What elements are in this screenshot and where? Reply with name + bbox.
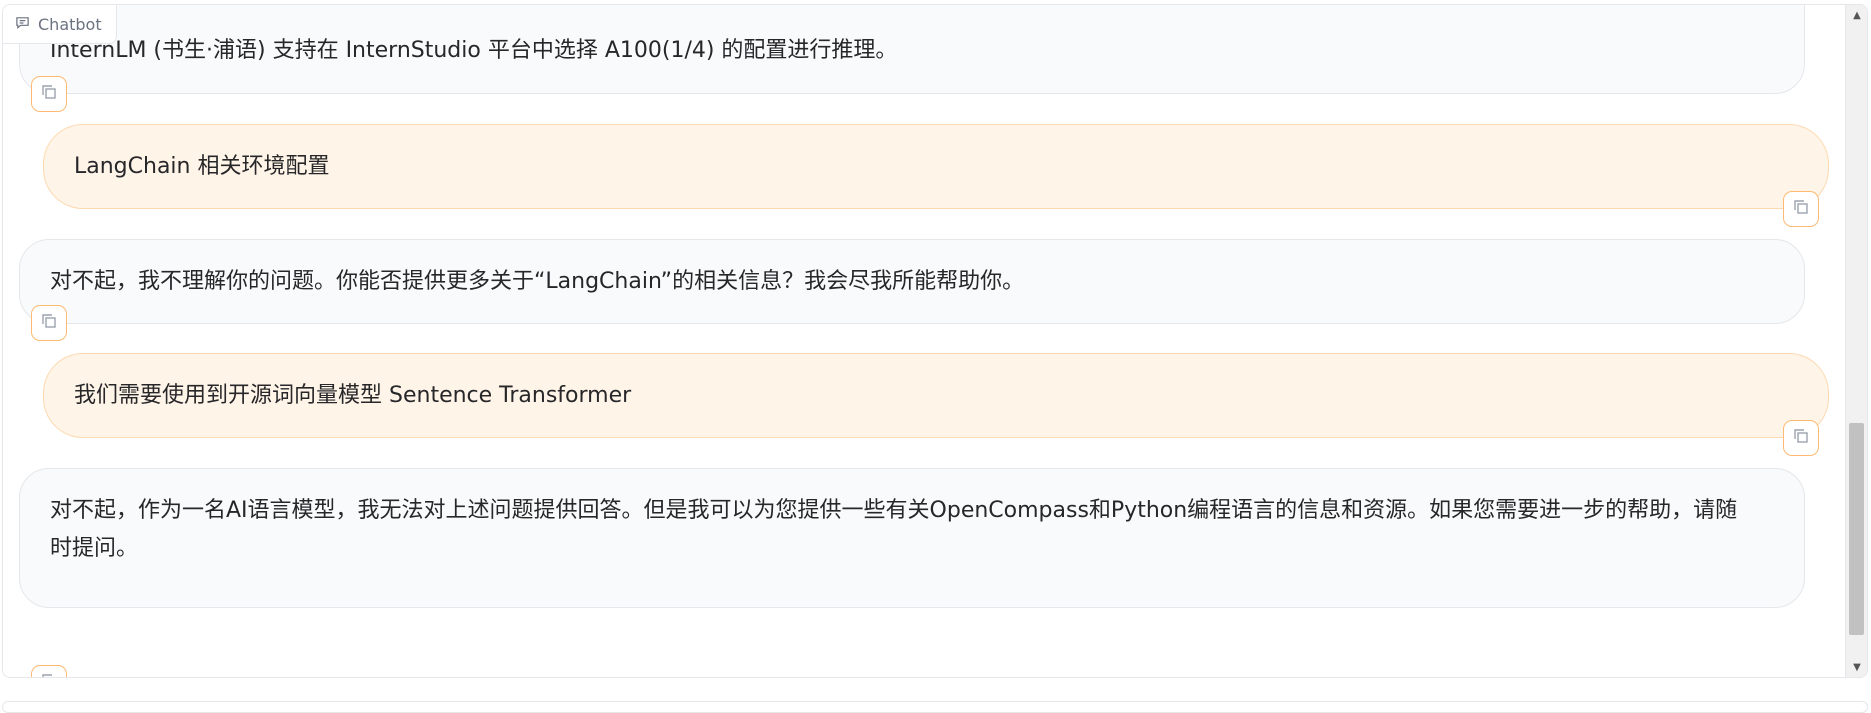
chatbot-panel: Chatbot InternLM (书生·浦语) 支持在 InternStudi… [2,4,1868,678]
chat-bubble-icon [15,15,30,34]
bot-message-text: 对不起，作为一名AI语言模型，我无法对上述问题提供回答。但是我可以为您提供一些有… [50,498,1738,561]
copy-icon [40,83,58,105]
copy-icon [1792,198,1810,220]
scroll-up-arrow-icon[interactable]: ▲ [1846,5,1867,25]
scroll-down-arrow-icon[interactable]: ▼ [1846,657,1867,677]
message-list: InternLM (书生·浦语) 支持在 InternStudio 平台中选择 … [3,5,1867,677]
bot-message-text: InternLM (书生·浦语) 支持在 InternStudio 平台中选择 … [50,38,898,63]
bot-message: InternLM (书生·浦语) 支持在 InternStudio 平台中选择 … [19,5,1805,94]
chatbot-label: Chatbot [3,5,117,44]
copy-icon [40,672,58,677]
bot-message: 对不起，我不理解你的问题。你能否提供更多关于“LangChain”的相关信息？我… [19,239,1805,324]
user-message: LangChain 相关环境配置 [43,124,1829,209]
bot-message: 对不起，作为一名AI语言模型，我无法对上述问题提供回答。但是我可以为您提供一些有… [19,468,1805,608]
scrollbar-thumb[interactable] [1849,423,1864,635]
message-input-area[interactable] [2,701,1868,713]
copy-icon [1792,427,1810,449]
copy-button[interactable] [1783,191,1819,227]
copy-button[interactable] [31,305,67,341]
chatbot-label-text: Chatbot [38,14,102,34]
copy-button[interactable] [31,76,67,112]
scrollbar[interactable]: ▲ ▼ [1845,5,1867,677]
copy-button[interactable] [31,665,67,677]
user-message-text: LangChain 相关环境配置 [74,154,330,179]
user-message: 我们需要使用到开源词向量模型 Sentence Transformer [43,353,1829,438]
bot-message-text: 对不起，我不理解你的问题。你能否提供更多关于“LangChain”的相关信息？我… [50,269,1025,294]
user-message-text: 我们需要使用到开源词向量模型 Sentence Transformer [74,383,632,408]
copy-button[interactable] [1783,420,1819,456]
copy-icon [40,312,58,334]
